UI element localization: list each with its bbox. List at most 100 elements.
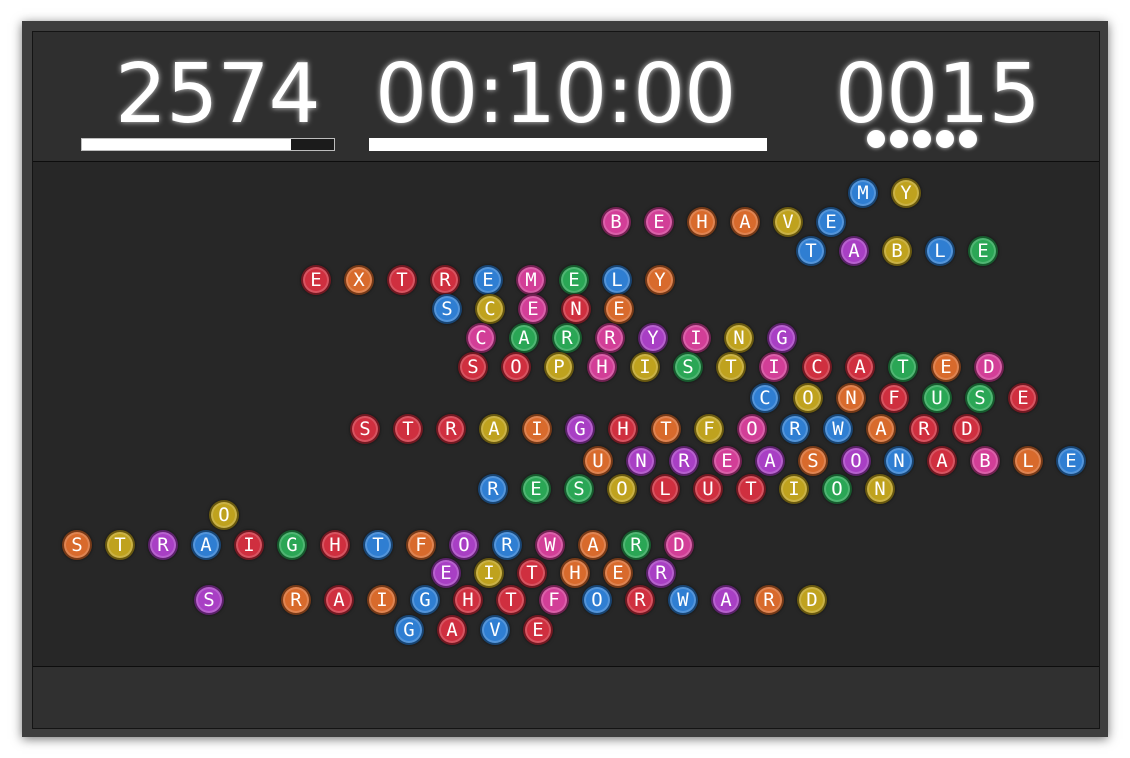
letter-ball[interactable]: O bbox=[501, 352, 531, 382]
letter-ball[interactable]: S bbox=[350, 414, 380, 444]
letter-ball[interactable]: R bbox=[754, 585, 784, 615]
letter-ball[interactable]: O bbox=[582, 585, 612, 615]
letter-ball[interactable]: E bbox=[521, 474, 551, 504]
letter-ball[interactable]: P bbox=[544, 352, 574, 382]
letter-ball[interactable]: E bbox=[518, 294, 548, 324]
letter-ball[interactable]: A bbox=[191, 530, 221, 560]
letter-ball[interactable]: E bbox=[523, 615, 553, 645]
letter-ball[interactable]: R bbox=[621, 530, 651, 560]
letter-ball[interactable]: T bbox=[651, 414, 681, 444]
letter-ball[interactable]: I bbox=[367, 585, 397, 615]
letter-ball[interactable]: O bbox=[737, 414, 767, 444]
letter-ball[interactable]: R bbox=[430, 265, 460, 295]
letter-ball[interactable]: E bbox=[473, 265, 503, 295]
letter-ball[interactable]: I bbox=[759, 352, 789, 382]
letter-ball[interactable]: C bbox=[475, 294, 505, 324]
letter-ball[interactable]: O bbox=[822, 474, 852, 504]
letter-ball[interactable]: R bbox=[625, 585, 655, 615]
letter-ball[interactable]: I bbox=[522, 414, 552, 444]
letter-ball[interactable]: U bbox=[922, 383, 952, 413]
letter-ball[interactable]: I bbox=[779, 474, 809, 504]
letter-ball[interactable]: U bbox=[693, 474, 723, 504]
letter-ball[interactable]: T bbox=[496, 585, 526, 615]
letter-ball[interactable]: M bbox=[848, 178, 878, 208]
letter-ball[interactable]: A bbox=[479, 414, 509, 444]
letter-ball[interactable]: V bbox=[773, 207, 803, 237]
letter-ball[interactable]: L bbox=[1013, 446, 1043, 476]
letter-ball[interactable]: U bbox=[583, 446, 613, 476]
letter-ball[interactable]: T bbox=[105, 530, 135, 560]
letter-ball[interactable]: A bbox=[324, 585, 354, 615]
letter-ball[interactable]: H bbox=[687, 207, 717, 237]
letter-ball[interactable]: R bbox=[436, 414, 466, 444]
letter-ball[interactable]: C bbox=[750, 383, 780, 413]
letter-ball[interactable]: A bbox=[711, 585, 741, 615]
letter-ball[interactable]: A bbox=[730, 207, 760, 237]
letter-ball[interactable]: A bbox=[755, 446, 785, 476]
letter-ball[interactable]: F bbox=[406, 530, 436, 560]
letter-ball[interactable]: M bbox=[516, 265, 546, 295]
letter-ball[interactable]: Y bbox=[891, 178, 921, 208]
letter-ball[interactable]: R bbox=[492, 530, 522, 560]
letter-ball[interactable]: S bbox=[458, 352, 488, 382]
letter-ball[interactable]: R bbox=[909, 414, 939, 444]
letter-ball[interactable]: C bbox=[802, 352, 832, 382]
letter-ball[interactable]: R bbox=[552, 323, 582, 353]
letter-ball[interactable]: R bbox=[646, 558, 676, 588]
letter-ball[interactable]: E bbox=[431, 558, 461, 588]
letter-ball[interactable]: T bbox=[796, 236, 826, 266]
letter-ball[interactable]: E bbox=[604, 294, 634, 324]
letter-ball[interactable]: O bbox=[449, 530, 479, 560]
letter-ball[interactable]: R bbox=[669, 446, 699, 476]
letter-ball[interactable]: R bbox=[478, 474, 508, 504]
letter-ball[interactable]: H bbox=[608, 414, 638, 444]
letter-ball[interactable]: N bbox=[865, 474, 895, 504]
letter-ball[interactable]: D bbox=[952, 414, 982, 444]
letter-ball[interactable]: S bbox=[673, 352, 703, 382]
letter-ball[interactable]: B bbox=[601, 207, 631, 237]
letter-ball[interactable]: N bbox=[836, 383, 866, 413]
letter-ball[interactable]: A bbox=[578, 530, 608, 560]
letter-ball[interactable]: L bbox=[650, 474, 680, 504]
letter-ball[interactable]: T bbox=[387, 265, 417, 295]
letter-ball[interactable]: R bbox=[148, 530, 178, 560]
letter-ball[interactable]: O bbox=[841, 446, 871, 476]
letter-ball[interactable]: G bbox=[394, 615, 424, 645]
letter-ball[interactable]: L bbox=[602, 265, 632, 295]
letter-ball[interactable]: V bbox=[480, 615, 510, 645]
letter-ball[interactable]: X bbox=[344, 265, 374, 295]
letter-ball[interactable]: N bbox=[724, 323, 754, 353]
letter-ball[interactable]: S bbox=[564, 474, 594, 504]
letter-ball[interactable]: E bbox=[968, 236, 998, 266]
letter-ball[interactable]: S bbox=[194, 585, 224, 615]
letter-ball[interactable]: G bbox=[767, 323, 797, 353]
letter-ball[interactable]: O bbox=[793, 383, 823, 413]
letter-ball[interactable]: D bbox=[797, 585, 827, 615]
letter-ball[interactable]: E bbox=[559, 265, 589, 295]
letter-ball[interactable]: R bbox=[780, 414, 810, 444]
letter-ball[interactable]: E bbox=[712, 446, 742, 476]
letter-ball[interactable]: A bbox=[845, 352, 875, 382]
letter-ball[interactable]: G bbox=[565, 414, 595, 444]
letter-ball[interactable]: B bbox=[970, 446, 1000, 476]
letter-ball[interactable]: E bbox=[1008, 383, 1038, 413]
letter-ball[interactable]: G bbox=[277, 530, 307, 560]
letter-ball[interactable]: W bbox=[535, 530, 565, 560]
letter-ball[interactable]: I bbox=[681, 323, 711, 353]
letter-ball[interactable]: H bbox=[453, 585, 483, 615]
letter-ball[interactable]: A bbox=[866, 414, 896, 444]
letter-ball[interactable]: O bbox=[209, 500, 239, 530]
letter-ball[interactable]: S bbox=[62, 530, 92, 560]
letter-ball[interactable]: T bbox=[716, 352, 746, 382]
letter-ball[interactable]: N bbox=[884, 446, 914, 476]
letter-ball[interactable]: F bbox=[539, 585, 569, 615]
letter-ball[interactable]: N bbox=[626, 446, 656, 476]
letter-ball[interactable]: A bbox=[839, 236, 869, 266]
letter-ball[interactable]: D bbox=[664, 530, 694, 560]
letter-ball[interactable]: A bbox=[927, 446, 957, 476]
letter-ball[interactable]: S bbox=[965, 383, 995, 413]
letter-ball[interactable]: G bbox=[410, 585, 440, 615]
letter-ball[interactable]: O bbox=[607, 474, 637, 504]
letter-ball[interactable]: B bbox=[882, 236, 912, 266]
letter-ball[interactable]: I bbox=[234, 530, 264, 560]
